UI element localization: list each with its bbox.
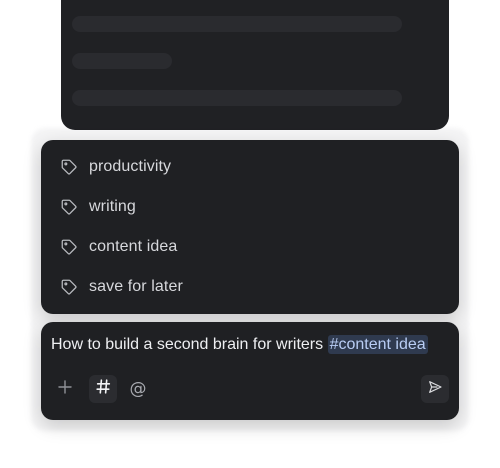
skeleton-line: [72, 90, 402, 106]
send-button[interactable]: [421, 375, 449, 403]
tag-option-save-for-later[interactable]: save for later: [41, 267, 459, 307]
skeleton-line: [72, 53, 172, 69]
tag-option-content-idea[interactable]: content idea: [41, 227, 459, 267]
hash-icon: [95, 378, 112, 400]
tag-option-label: productivity: [89, 158, 172, 175]
mention-button[interactable]: @: [124, 375, 152, 403]
tag-option-writing[interactable]: writing: [41, 187, 459, 227]
tag-option-label: content idea: [89, 238, 178, 255]
composer-text: How to build a second brain for writers: [51, 336, 324, 353]
stage: productivity writing content idea save f…: [0, 0, 500, 468]
hashtag-chip: #content idea: [327, 335, 428, 354]
send-icon: [427, 379, 443, 400]
tag-option-label: writing: [89, 198, 136, 215]
add-button[interactable]: [51, 375, 79, 403]
tag-option-label: save for later: [89, 278, 183, 295]
tag-icon: [59, 237, 79, 257]
tag-icon: [59, 197, 79, 217]
tag-icon: [59, 157, 79, 177]
tag-suggestion-list: productivity writing content idea save f…: [41, 140, 459, 314]
background-card: [61, 0, 449, 130]
composer-input[interactable]: How to build a second brain for writers …: [51, 335, 428, 354]
tag-option-productivity[interactable]: productivity: [41, 147, 459, 187]
plus-icon: [57, 379, 73, 400]
composer: How to build a second brain for writers …: [41, 322, 459, 420]
at-icon: @: [129, 378, 147, 399]
tag-icon: [59, 277, 79, 297]
skeleton-line: [72, 16, 402, 32]
hashtag-button[interactable]: [89, 375, 117, 403]
